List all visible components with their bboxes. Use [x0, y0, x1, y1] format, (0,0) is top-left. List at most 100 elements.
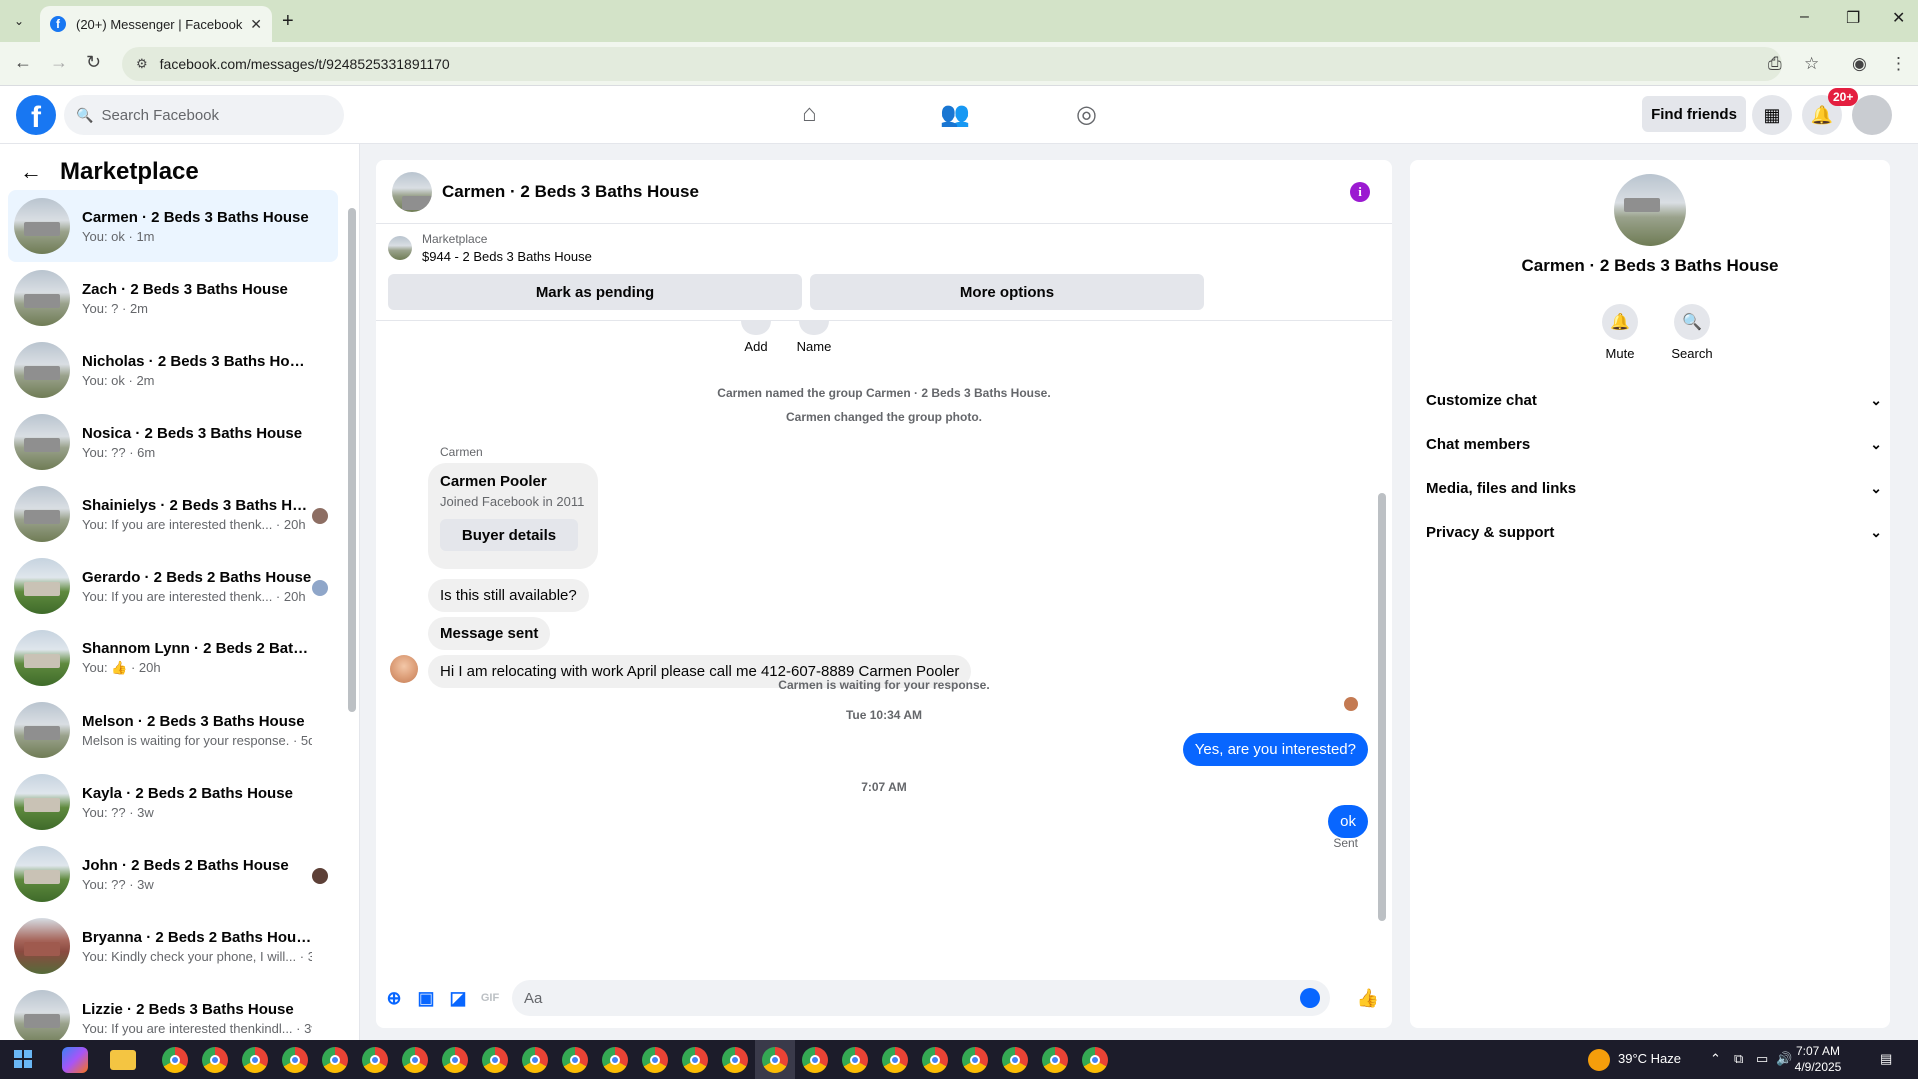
chrome-taskbar-icon[interactable] [722, 1047, 748, 1073]
bookmark-star-icon[interactable]: ☆ [1804, 54, 1819, 74]
friends-icon[interactable]: 👥 [940, 100, 970, 129]
find-friends-button[interactable]: Find friends [1642, 96, 1746, 132]
account-avatar[interactable] [1852, 95, 1892, 135]
chat-scrollbar[interactable] [1378, 493, 1386, 921]
restore-icon[interactable]: ❐ [1846, 8, 1860, 28]
mark-as-pending-button[interactable]: Mark as pending [388, 274, 802, 310]
info-icon[interactable]: i [1350, 182, 1370, 202]
mute-action[interactable]: 🔔 Mute [1590, 304, 1650, 361]
photo-icon[interactable]: ▣ [416, 988, 436, 1008]
chrome-taskbar-icon[interactable] [962, 1047, 988, 1073]
conversation-item[interactable]: Carmen · 2 Beds 3 Baths House You: ok · 1… [8, 190, 338, 262]
reload-icon[interactable]: ↻ [86, 52, 101, 73]
chrome-taskbar-icon[interactable] [602, 1047, 628, 1073]
conversation-item[interactable]: Shannom Lynn · 2 Beds 2 Baths ... You: 👍 … [8, 622, 338, 694]
weather-text[interactable]: 39°C Haze [1618, 1051, 1681, 1066]
chrome-taskbar-icon[interactable] [882, 1047, 908, 1073]
sidebar-scrollbar[interactable] [348, 208, 356, 712]
copilot-icon[interactable] [62, 1047, 88, 1073]
listing-bar[interactable]: Marketplace $944 - 2 Beds 3 Baths House [388, 230, 592, 266]
windows-start-icon[interactable] [14, 1050, 32, 1068]
more-options-button[interactable]: More options [810, 274, 1204, 310]
name-action[interactable]: Name [784, 321, 844, 354]
new-tab-icon[interactable]: + [282, 10, 294, 33]
back-arrow-icon[interactable]: ← [20, 159, 42, 185]
gif-icon[interactable]: GIF [480, 988, 500, 1008]
chat-members-section[interactable]: Chat members ⌄ [1426, 426, 1882, 462]
chrome-taskbar-icon[interactable] [282, 1047, 308, 1073]
chrome-taskbar-icon[interactable] [162, 1047, 188, 1073]
chrome-taskbar-icon[interactable] [1002, 1047, 1028, 1073]
conversation-item[interactable]: Nicholas · 2 Beds 3 Baths House You: ok ·… [8, 334, 338, 406]
media-files-section[interactable]: Media, files and links ⌄ [1426, 470, 1882, 506]
chrome-taskbar-icon[interactable] [202, 1047, 228, 1073]
sticker-icon[interactable]: ◪ [448, 988, 468, 1008]
chrome-taskbar-icon[interactable] [1082, 1047, 1108, 1073]
conversation-item[interactable]: John · 2 Beds 2 Baths House You: ?? · 3w [8, 838, 338, 910]
buyer-details-button[interactable]: Buyer details [440, 519, 578, 551]
address-bar[interactable]: ⚙ facebook.com/messages/t/92485253318911… [122, 47, 1782, 81]
site-info-icon[interactable]: ⚙ [136, 56, 148, 72]
outgoing-message[interactable]: ok [1328, 805, 1368, 838]
search-action[interactable]: 🔍 Search [1662, 304, 1722, 361]
message-input[interactable]: Aa [512, 980, 1330, 1016]
close-window-icon[interactable]: ✕ [1892, 8, 1905, 28]
chrome-taskbar-icon[interactable] [642, 1047, 668, 1073]
chrome-taskbar-icon[interactable] [1042, 1047, 1068, 1073]
chrome-taskbar-icon[interactable] [442, 1047, 468, 1073]
outgoing-message[interactable]: Yes, are you interested? [1182, 733, 1368, 766]
conversation-item[interactable]: Zach · 2 Beds 3 Baths House You: ? · 2m [8, 262, 338, 334]
file-explorer-icon[interactable] [110, 1050, 136, 1070]
search-input[interactable]: 🔍 Search Facebook [64, 95, 344, 135]
emoji-icon[interactable] [1300, 988, 1320, 1008]
back-icon[interactable]: ← [14, 52, 32, 73]
install-app-icon[interactable]: ⎙ [1768, 54, 1782, 74]
menu-kebab-icon[interactable]: ⋮ [1890, 54, 1907, 74]
conversation-item[interactable]: Shainielys · 2 Beds 3 Baths Ho... You: If… [8, 478, 338, 550]
close-tab-icon[interactable]: ✕ [250, 16, 262, 33]
forward-icon[interactable]: → [50, 52, 68, 73]
browser-tab[interactable]: f (20+) Messenger | Facebook ✕ [40, 6, 272, 42]
conversation-item[interactable]: Kayla · 2 Beds 2 Baths House You: ?? · 3w [8, 766, 338, 838]
conversation-item[interactable]: Gerardo · 2 Beds 2 Baths House You: If yo… [8, 550, 338, 622]
minimize-icon[interactable]: – [1800, 8, 1809, 26]
chrome-taskbar-icon[interactable] [482, 1047, 508, 1073]
chrome-taskbar-icon[interactable] [362, 1047, 388, 1073]
clock[interactable]: 7:07 AM 4/9/2025 [1788, 1043, 1848, 1075]
plus-icon[interactable]: ⊕ [384, 988, 404, 1008]
facebook-logo-icon[interactable]: f [16, 95, 56, 135]
chrome-taskbar-icon[interactable] [842, 1047, 868, 1073]
group-avatar[interactable] [1614, 174, 1686, 246]
conversation-item[interactable]: Melson · 2 Beds 3 Baths House Melson is w… [8, 694, 338, 766]
chrome-taskbar-icon[interactable] [562, 1047, 588, 1073]
add-action[interactable]: Add [726, 321, 786, 354]
tab-search-icon[interactable]: ⌄ [8, 10, 30, 32]
menu-grid-icon[interactable]: ▦ [1752, 95, 1792, 135]
chrome-taskbar-icon[interactable] [522, 1047, 548, 1073]
conversation-item[interactable]: Nosica · 2 Beds 3 Baths House You: ?? · 6… [8, 406, 338, 478]
profile-icon[interactable]: ◉ [1852, 54, 1867, 74]
incoming-message[interactable]: Message sent [428, 617, 551, 650]
conversation-item[interactable]: Bryanna · 2 Beds 2 Baths House You: Kindl… [8, 910, 338, 982]
chrome-taskbar-icon[interactable] [922, 1047, 948, 1073]
chrome-taskbar-icon[interactable] [682, 1047, 708, 1073]
chrome-taskbar-icon[interactable] [802, 1047, 828, 1073]
chrome-taskbar-icon[interactable] [322, 1047, 348, 1073]
privacy-support-section[interactable]: Privacy & support ⌄ [1426, 514, 1882, 550]
chrome-taskbar-icon[interactable] [242, 1047, 268, 1073]
conversation-preview: You: ?? · 3w [82, 876, 154, 892]
network-icon[interactable]: ▭ [1756, 1051, 1768, 1067]
weather-icon[interactable] [1588, 1049, 1610, 1071]
incoming-message[interactable]: Is this still available? [428, 579, 589, 612]
home-icon[interactable]: ⌂ [802, 100, 817, 128]
tray-chevron-icon[interactable]: ⌃ [1710, 1051, 1721, 1067]
chrome-taskbar-icon[interactable] [762, 1047, 788, 1073]
chrome-taskbar-icon[interactable] [402, 1047, 428, 1073]
chat-avatar[interactable] [392, 171, 432, 212]
notification-center-icon[interactable]: ▤ [1880, 1051, 1892, 1067]
tray-app-icon[interactable]: ⧉ [1734, 1051, 1743, 1067]
chat-title[interactable]: Carmen · 2 Beds 3 Baths House [442, 182, 699, 202]
groups-icon[interactable]: ◎ [1076, 100, 1097, 129]
thumbs-up-icon[interactable]: 👍 [1357, 988, 1379, 1008]
customize-chat-section[interactable]: Customize chat ⌄ [1426, 382, 1882, 418]
